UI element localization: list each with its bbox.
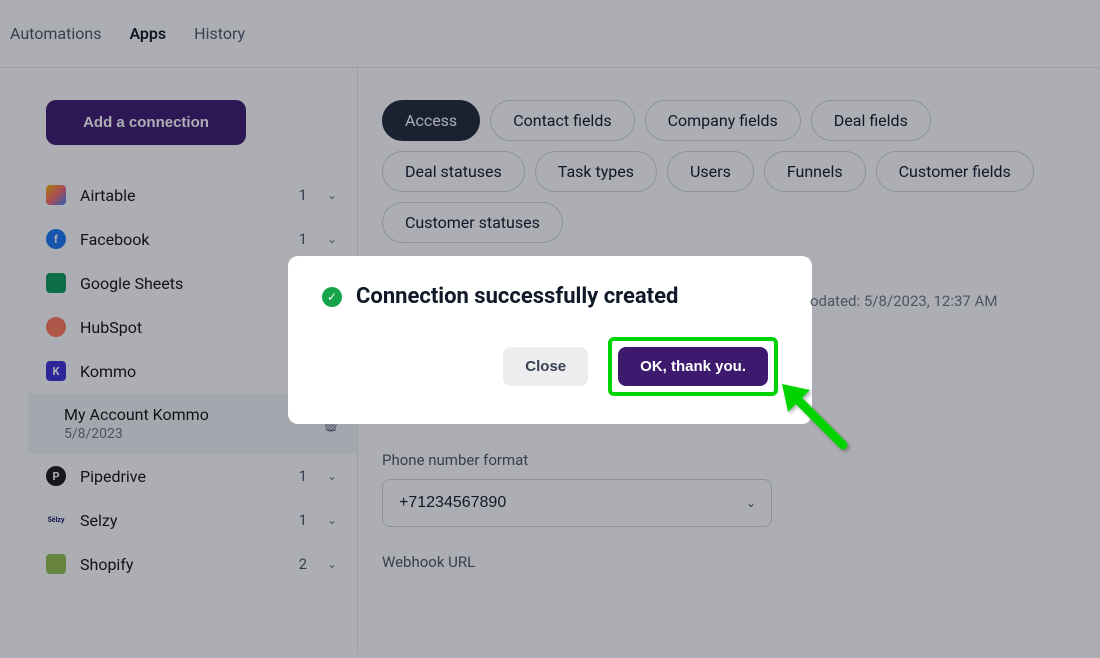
close-button[interactable]: Close — [503, 347, 588, 386]
ok-thank-you-button[interactable]: OK, thank you. — [618, 347, 768, 386]
modal-overlay: ✓ Connection successfully created Close … — [0, 0, 1100, 658]
check-circle-icon: ✓ — [322, 287, 342, 307]
modal-title: Connection successfully created — [356, 284, 678, 309]
success-modal: ✓ Connection successfully created Close … — [288, 256, 812, 424]
updated-text-visible: odated: 5/8/2023, 12:37 AM — [810, 292, 997, 310]
ok-highlight: OK, thank you. — [608, 337, 778, 396]
